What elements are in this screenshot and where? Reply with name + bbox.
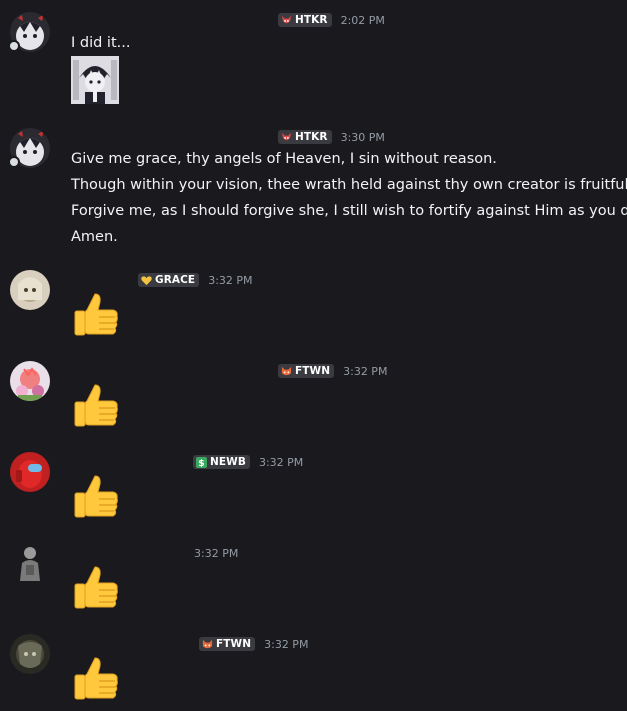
message-4: FTWN 3:32 PM xyxy=(0,361,627,436)
image-attachment[interactable] xyxy=(71,56,119,104)
dollar-icon: $ xyxy=(196,456,207,468)
author-tag-label: FTWN xyxy=(295,365,331,377)
message-header: GRACE 3:32 PM xyxy=(138,272,253,288)
message-text-line-4: Amen. xyxy=(71,229,118,245)
thumbs-up-emoji xyxy=(74,657,118,700)
status-indicator xyxy=(8,40,20,52)
author-tag[interactable]: FTWN xyxy=(199,637,256,651)
avatar[interactable] xyxy=(10,543,50,583)
timestamp: 3:30 PM xyxy=(340,130,385,144)
author-tag-label: FTWN xyxy=(216,638,252,650)
message-header: $ NEWB 3:32 PM xyxy=(193,454,303,470)
timestamp: 3:32 PM xyxy=(258,455,304,469)
message-header: 3:32 PM xyxy=(194,545,238,561)
timestamp: 3:32 PM xyxy=(208,273,253,287)
message-header: FTWN 3:32 PM xyxy=(278,363,387,379)
timestamp: 3:32 PM xyxy=(343,364,388,378)
author-tag-label: GRACE xyxy=(155,274,196,286)
thumbs-up-emoji xyxy=(74,384,118,427)
message-text: I did it... xyxy=(71,35,131,51)
thumbs-up-emoji xyxy=(74,566,118,609)
author-tag-label: HTKR xyxy=(295,131,328,143)
avatar[interactable] xyxy=(10,452,50,492)
author-tag[interactable]: FTWN xyxy=(278,364,335,378)
author-tag[interactable]: HTKR xyxy=(278,13,332,27)
message-3: GRACE 3:32 PM xyxy=(0,270,627,345)
author-tag[interactable]: HTKR xyxy=(278,130,332,144)
avatar[interactable] xyxy=(10,634,50,674)
message-header: HTKR 3:30 PM xyxy=(278,129,385,145)
message-2: HTKR 3:30 PM Give me grace, thy angels o… xyxy=(0,125,627,250)
thumbs-up-emoji xyxy=(74,293,118,336)
message-6: 3:32 PM xyxy=(0,543,627,618)
message-5: $ NEWB 3:32 PM xyxy=(0,452,627,527)
author-tag[interactable]: GRACE xyxy=(138,273,200,287)
fox-icon xyxy=(281,366,292,375)
author-tag-label: NEWB xyxy=(210,456,246,468)
timestamp: 3:32 PM xyxy=(194,546,239,560)
message-1: HTKR 2:02 PM I did it... xyxy=(0,0,627,110)
message-text-line-1: Give me grace, thy angels of Heaven, I s… xyxy=(71,151,497,167)
message-header: FTWN 3:32 PM xyxy=(199,636,308,652)
timestamp: 2:02 PM xyxy=(340,13,385,27)
yellow-heart-icon xyxy=(141,275,152,285)
devil-icon xyxy=(281,132,292,140)
fox-icon xyxy=(202,639,213,648)
message-header: HTKR 2:02 PM xyxy=(278,12,385,28)
status-indicator xyxy=(8,156,20,168)
message-text-line-3: Forgive me, as I should forgive she, I s… xyxy=(71,203,627,219)
svg-text:$: $ xyxy=(198,458,204,468)
thumbs-up-emoji xyxy=(74,475,118,518)
message-7: FTWN 3:32 PM xyxy=(0,634,627,709)
timestamp: 3:32 PM xyxy=(264,637,309,651)
author-tag[interactable]: $ NEWB xyxy=(193,455,250,469)
avatar[interactable] xyxy=(10,270,50,310)
message-text-line-2: Though within your vision, thee wrath he… xyxy=(71,177,627,193)
avatar[interactable] xyxy=(10,361,50,401)
devil-icon xyxy=(281,15,292,23)
author-tag-label: HTKR xyxy=(295,14,328,26)
